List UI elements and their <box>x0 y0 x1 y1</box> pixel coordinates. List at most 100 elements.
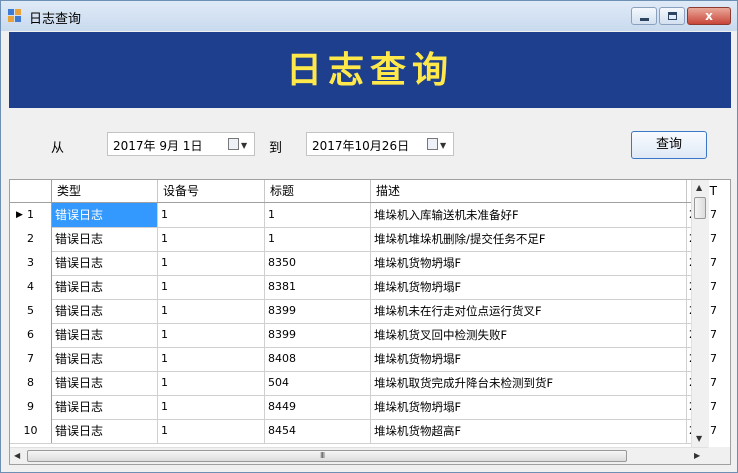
row-number: 8 <box>27 376 34 389</box>
to-date-value: 2017年10月26日 <box>312 139 410 153</box>
title-cell[interactable]: 1 <box>265 203 371 227</box>
description-cell[interactable]: 堆垛机堆垛机删除/提交任务不足F <box>371 227 687 251</box>
device-cell[interactable]: 1 <box>158 251 265 275</box>
row-number: 1 <box>27 208 34 221</box>
close-icon: x <box>705 9 713 23</box>
table-row[interactable]: 8错误日志1504堆垛机取货完成升降台未检测到货F2017 <box>10 371 717 396</box>
maximize-icon <box>668 12 677 20</box>
banner-title: 日志查询 <box>285 49 454 91</box>
minimize-button[interactable] <box>631 7 657 25</box>
row-number: 7 <box>27 352 34 365</box>
calendar-dropdown-icon[interactable]: ▼ <box>427 138 449 152</box>
row-header[interactable]: 8 <box>10 371 52 395</box>
device-cell[interactable]: 1 <box>158 347 265 371</box>
table-row[interactable]: 7错误日志18408堆垛机货物坍塌F2017 <box>10 347 717 372</box>
horizontal-scroll-thumb[interactable]: III <box>27 450 627 462</box>
scroll-down-icon[interactable]: ▼ <box>696 434 702 443</box>
column-header-type[interactable]: 类型 <box>52 180 158 202</box>
scroll-grip: III <box>320 451 325 460</box>
type-cell[interactable]: 错误日志 <box>52 419 158 443</box>
close-button[interactable]: x <box>687 7 731 25</box>
scroll-left-icon[interactable]: ◀ <box>14 451 20 460</box>
device-cell[interactable]: 1 <box>158 227 265 251</box>
horizontal-scrollbar[interactable]: ◀ III ▶ <box>10 447 708 464</box>
from-date-picker[interactable]: 2017年 9月 1日 ▼ <box>107 132 255 156</box>
device-cell[interactable]: 1 <box>158 371 265 395</box>
title-cell[interactable]: 8350 <box>265 251 371 275</box>
description-cell[interactable]: 堆垛机货物超高F <box>371 419 687 443</box>
app-icon <box>8 9 22 23</box>
description-cell[interactable]: 堆垛机取货完成升降台未检测到货F <box>371 371 687 395</box>
type-cell[interactable]: 错误日志 <box>52 371 158 395</box>
scroll-up-icon[interactable]: ▲ <box>696 183 702 192</box>
column-header-title[interactable]: 标题 <box>265 180 371 202</box>
row-header[interactable]: 2 <box>10 227 52 251</box>
device-cell[interactable]: 1 <box>158 395 265 419</box>
device-cell[interactable]: 1 <box>158 203 265 227</box>
log-grid: 类型 设备号 标题 描述 CDT ▶1错误日志11堆垛机入库输送机未准备好F20… <box>9 179 731 465</box>
table-row[interactable]: 5错误日志18399堆垛机未在行走对位点运行货叉F2017 <box>10 299 717 324</box>
calendar-dropdown-icon[interactable]: ▼ <box>228 138 250 152</box>
type-cell[interactable]: 错误日志 <box>52 203 158 227</box>
row-header[interactable]: 4 <box>10 275 52 299</box>
type-cell[interactable]: 错误日志 <box>52 299 158 323</box>
title-cell[interactable]: 8381 <box>265 275 371 299</box>
to-date-picker[interactable]: 2017年10月26日 ▼ <box>306 132 454 156</box>
row-header[interactable]: 3 <box>10 251 52 275</box>
row-number: 6 <box>27 328 34 341</box>
maximize-button[interactable] <box>659 7 685 25</box>
type-cell[interactable]: 错误日志 <box>52 347 158 371</box>
description-cell[interactable]: 堆垛机入库输送机未准备好F <box>371 203 687 227</box>
title-cell[interactable]: 8408 <box>265 347 371 371</box>
title-cell[interactable]: 1 <box>265 227 371 251</box>
from-date-value: 2017年 9月 1日 <box>113 139 203 153</box>
row-number: 5 <box>27 304 34 317</box>
type-cell[interactable]: 错误日志 <box>52 275 158 299</box>
type-cell[interactable]: 错误日志 <box>52 227 158 251</box>
type-cell[interactable]: 错误日志 <box>52 323 158 347</box>
column-header-description[interactable]: 描述 <box>371 180 687 202</box>
description-cell[interactable]: 堆垛机货物坍塌F <box>371 347 687 371</box>
row-header[interactable]: ▶ 1 <box>10 203 52 227</box>
description-cell[interactable]: 堆垛机货叉回中检测失败F <box>371 323 687 347</box>
row-header[interactable]: 10 <box>10 419 52 443</box>
scroll-corner <box>708 447 730 464</box>
grid-header: 类型 设备号 标题 描述 CDT <box>10 180 717 203</box>
description-cell[interactable]: 堆垛机货物坍塌F <box>371 395 687 419</box>
table-row[interactable]: 3错误日志18350堆垛机货物坍塌F2017 <box>10 251 717 276</box>
table-row[interactable]: 2错误日志11堆垛机堆垛机删除/提交任务不足F2017 <box>10 227 717 252</box>
column-header-device[interactable]: 设备号 <box>158 180 265 202</box>
table-row[interactable]: 4错误日志18381堆垛机货物坍塌F2017 <box>10 275 717 300</box>
title-cell[interactable]: 504 <box>265 371 371 395</box>
row-header[interactable]: 9 <box>10 395 52 419</box>
current-row-icon: ▶ <box>16 210 23 220</box>
from-label: 从 <box>51 141 65 156</box>
description-cell[interactable]: 堆垛机未在行走对位点运行货叉F <box>371 299 687 323</box>
title-cell[interactable]: 8399 <box>265 299 371 323</box>
query-button[interactable]: 查询 <box>631 131 707 159</box>
title-cell[interactable]: 8399 <box>265 323 371 347</box>
title-cell[interactable]: 8454 <box>265 419 371 443</box>
device-cell[interactable]: 1 <box>158 323 265 347</box>
table-row[interactable]: ▶1错误日志11堆垛机入库输送机未准备好F2017 <box>10 203 717 228</box>
title-cell[interactable]: 8449 <box>265 395 371 419</box>
type-cell[interactable]: 错误日志 <box>52 251 158 275</box>
scroll-right-icon[interactable]: ▶ <box>694 451 700 460</box>
device-cell[interactable]: 1 <box>158 275 265 299</box>
row-header[interactable]: 6 <box>10 323 52 347</box>
description-cell[interactable]: 堆垛机货物坍塌F <box>371 275 687 299</box>
row-header[interactable]: 7 <box>10 347 52 371</box>
row-header[interactable]: 5 <box>10 299 52 323</box>
table-row[interactable]: 10错误日志18454堆垛机货物超高F2017 <box>10 419 717 444</box>
vertical-scrollbar[interactable]: ▲ ▼ <box>691 180 709 447</box>
row-number: 2 <box>27 232 34 245</box>
type-cell[interactable]: 错误日志 <box>52 395 158 419</box>
vertical-scroll-thumb[interactable] <box>694 197 706 219</box>
banner: 日志查询 <box>9 32 731 108</box>
table-row[interactable]: 6错误日志18399堆垛机货叉回中检测失败F2017 <box>10 323 717 348</box>
description-cell[interactable]: 堆垛机货物坍塌F <box>371 251 687 275</box>
device-cell[interactable]: 1 <box>158 419 265 443</box>
window-title: 日志查询 <box>29 12 82 27</box>
device-cell[interactable]: 1 <box>158 299 265 323</box>
table-row[interactable]: 9错误日志18449堆垛机货物坍塌F2017 <box>10 395 717 420</box>
